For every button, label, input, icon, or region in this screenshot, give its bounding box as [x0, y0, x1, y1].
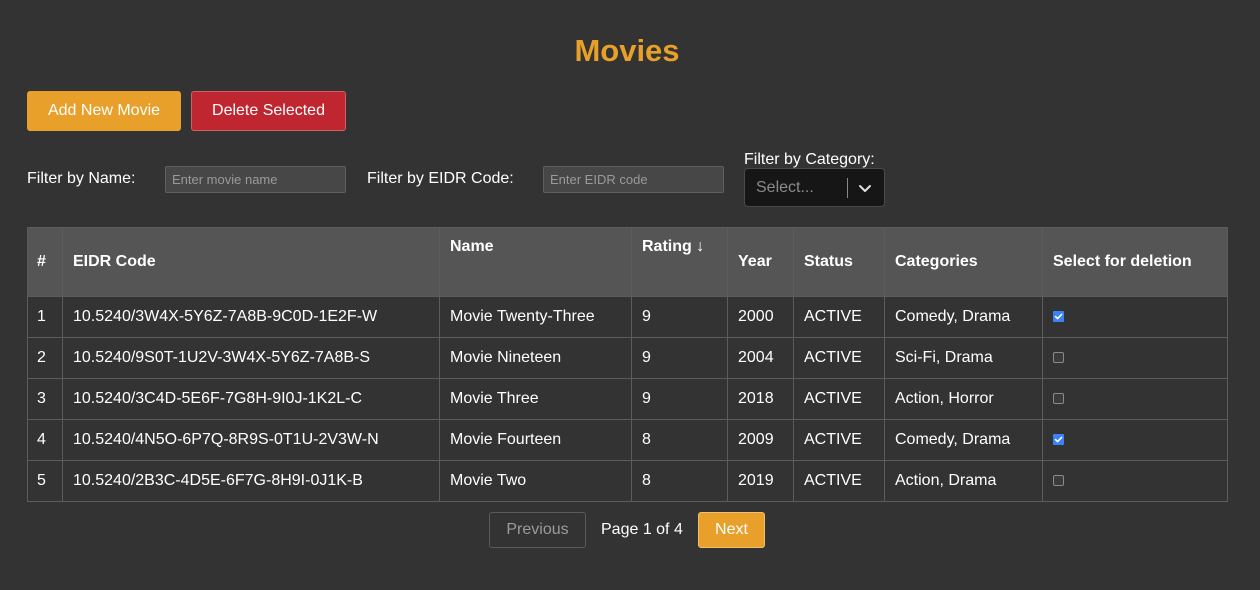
column-header-rating-label: Rating	[642, 238, 692, 255]
select-for-deletion-checkbox[interactable]	[1053, 475, 1064, 487]
row-select-cell	[1042, 337, 1228, 379]
select-for-deletion-checkbox[interactable]	[1053, 352, 1064, 364]
row-rating: 8	[631, 460, 728, 502]
row-number: 5	[27, 460, 63, 502]
row-eidr-code: 10.5240/3C4D-5E6F-7G8H-9I0J-1K2L-C	[62, 378, 440, 420]
table-row: 4 10.5240/4N5O-6P7Q-8R9S-0T1U-2V3W-N Mov…	[27, 419, 1228, 461]
page-info: Page 1 of 4	[601, 521, 683, 538]
row-number: 4	[27, 419, 63, 461]
sort-arrow-icon: ↓	[696, 238, 705, 255]
row-name: Movie Nineteen	[439, 337, 632, 379]
row-eidr-code: 10.5240/3W4X-5Y6Z-7A8B-9C0D-1E2F-W	[62, 296, 440, 338]
row-year: 2000	[727, 296, 794, 338]
row-categories: Action, Horror	[884, 378, 1043, 420]
column-header-number: #	[27, 227, 63, 297]
chevron-down-icon[interactable]	[857, 180, 873, 196]
row-number: 3	[27, 378, 63, 420]
select-for-deletion-checkbox[interactable]	[1053, 434, 1064, 446]
row-rating: 9	[631, 378, 728, 420]
row-status: ACTIVE	[793, 419, 885, 461]
select-for-deletion-checkbox[interactable]	[1053, 393, 1064, 405]
previous-page-button[interactable]: Previous	[489, 512, 586, 548]
filter-name-label: Filter by Name:	[27, 170, 136, 187]
row-rating: 9	[631, 296, 728, 338]
filter-category-label: Filter by Category:	[744, 151, 875, 168]
row-year: 2018	[727, 378, 794, 420]
column-header-eidr: EIDR Code	[62, 227, 440, 297]
check-icon	[1053, 311, 1064, 323]
row-eidr-code: 10.5240/4N5O-6P7Q-8R9S-0T1U-2V3W-N	[62, 419, 440, 461]
row-categories: Comedy, Drama	[884, 296, 1043, 338]
filter-category-select[interactable]: Select...	[744, 168, 885, 207]
row-name: Movie Twenty-Three	[439, 296, 632, 338]
movies-table: # EIDR Code Name Rating ↓ Year Status Ca…	[27, 227, 1228, 502]
table-row: 1 10.5240/3W4X-5Y6Z-7A8B-9C0D-1E2F-W Mov…	[27, 296, 1228, 338]
column-header-year: Year	[727, 227, 794, 297]
row-categories: Sci-Fi, Drama	[884, 337, 1043, 379]
row-number: 1	[27, 296, 63, 338]
row-name: Movie Two	[439, 460, 632, 502]
row-status: ACTIVE	[793, 378, 885, 420]
filter-eidr-input[interactable]	[543, 166, 724, 193]
delete-selected-button[interactable]: Delete Selected	[191, 91, 346, 131]
check-icon	[1053, 434, 1064, 446]
select-separator	[847, 178, 848, 198]
next-page-button[interactable]: Next	[698, 512, 765, 548]
row-year: 2009	[727, 419, 794, 461]
row-status: ACTIVE	[793, 460, 885, 502]
add-new-movie-button[interactable]: Add New Movie	[27, 91, 181, 131]
row-categories: Comedy, Drama	[884, 419, 1043, 461]
select-for-deletion-checkbox[interactable]	[1053, 311, 1064, 323]
row-year: 2004	[727, 337, 794, 379]
row-name: Movie Three	[439, 378, 632, 420]
row-status: ACTIVE	[793, 296, 885, 338]
row-number: 2	[27, 337, 63, 379]
column-header-name[interactable]: Name	[439, 227, 632, 297]
category-select-placeholder: Select...	[756, 179, 814, 196]
row-select-cell	[1042, 296, 1228, 338]
page-title: Movies	[574, 33, 680, 68]
row-select-cell	[1042, 378, 1228, 420]
row-select-cell	[1042, 460, 1228, 502]
table-row: 5 10.5240/2B3C-4D5E-6F7G-8H9I-0J1K-B Mov…	[27, 460, 1228, 502]
column-header-rating[interactable]: Rating ↓	[631, 227, 728, 297]
row-rating: 8	[631, 419, 728, 461]
row-rating: 9	[631, 337, 728, 379]
row-select-cell	[1042, 419, 1228, 461]
row-eidr-code: 10.5240/9S0T-1U2V-3W4X-5Y6Z-7A8B-S	[62, 337, 440, 379]
column-header-select-for-deletion: Select for deletion	[1042, 227, 1228, 297]
row-eidr-code: 10.5240/2B3C-4D5E-6F7G-8H9I-0J1K-B	[62, 460, 440, 502]
row-status: ACTIVE	[793, 337, 885, 379]
row-year: 2019	[727, 460, 794, 502]
row-categories: Action, Drama	[884, 460, 1043, 502]
row-name: Movie Fourteen	[439, 419, 632, 461]
filter-eidr-label: Filter by EIDR Code:	[367, 170, 514, 187]
filter-name-input[interactable]	[165, 166, 346, 193]
column-header-categories: Categories	[884, 227, 1043, 297]
table-row: 2 10.5240/9S0T-1U2V-3W4X-5Y6Z-7A8B-S Mov…	[27, 337, 1228, 379]
table-row: 3 10.5240/3C4D-5E6F-7G8H-9I0J-1K2L-C Mov…	[27, 378, 1228, 420]
table-header-row: # EIDR Code Name Rating ↓ Year Status Ca…	[27, 227, 1228, 297]
movies-page: Movies Add New Movie Delete Selected Fil…	[0, 0, 1260, 590]
column-header-status: Status	[793, 227, 885, 297]
